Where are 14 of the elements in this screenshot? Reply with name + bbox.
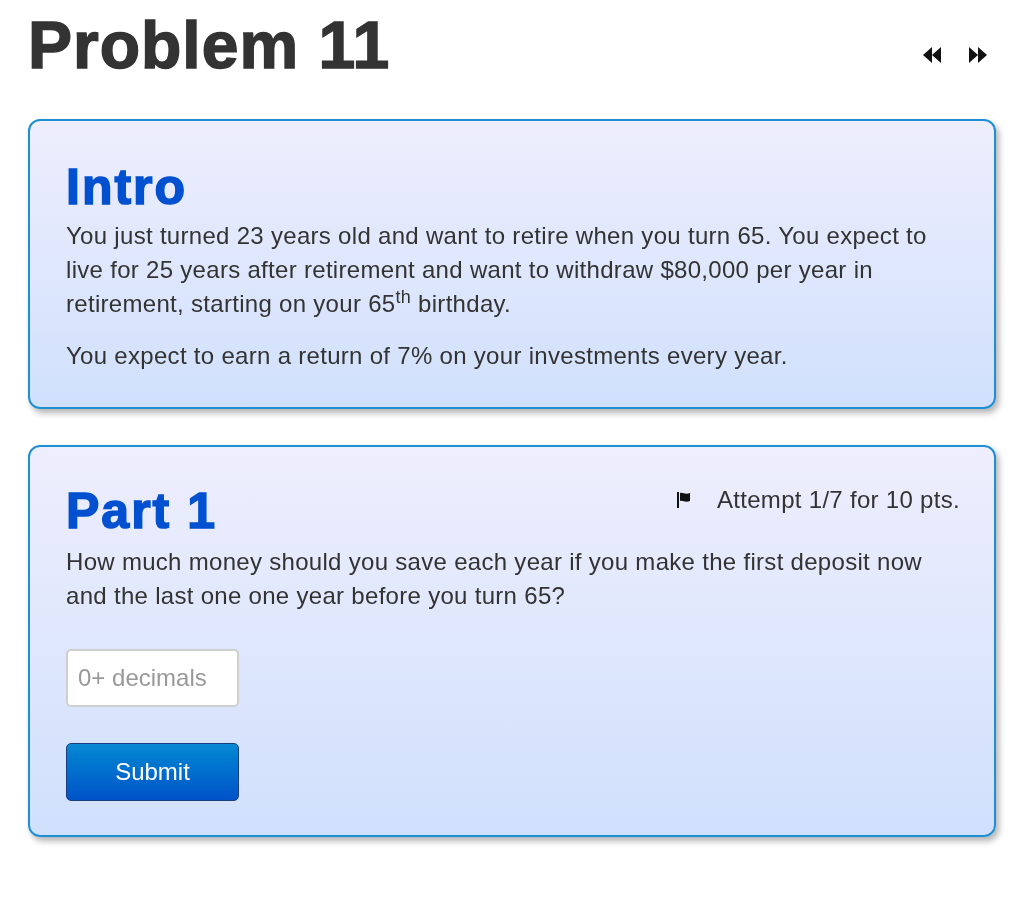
intro-heading: Intro <box>66 159 189 215</box>
intro-paragraph: You expect to earn a return of 7% on your investments every year. <box>66 341 789 371</box>
intro-paragraph: You just turned 23 years old and want to retire when you turn 65. You expect to live for 25 years after retirement and want to withdraw $80,000 per year in retirement, starting on your 65$^{th}$ birthday. <box>66 221 928 319</box>
question-text: How much money should you save each year if you make the first deposit now and the last one one year before you turn 65? <box>66 547 923 611</box>
flag-icon <box>676 492 691 508</box>
previous-button[interactable] <box>922 46 942 64</box>
next-button[interactable] <box>968 46 988 64</box>
rewind-icon <box>923 47 941 63</box>
answer-field[interactable]: 0+ decimals <box>66 649 239 707</box>
page-title: Problem 11 <box>28 10 391 80</box>
submit-button[interactable]: Submit <box>66 743 239 801</box>
fast-forward-icon <box>969 47 987 63</box>
attempt-info: Attempt 1/7 for 10 pts. <box>716 485 960 515</box>
part-heading: Part 1 <box>66 483 217 539</box>
